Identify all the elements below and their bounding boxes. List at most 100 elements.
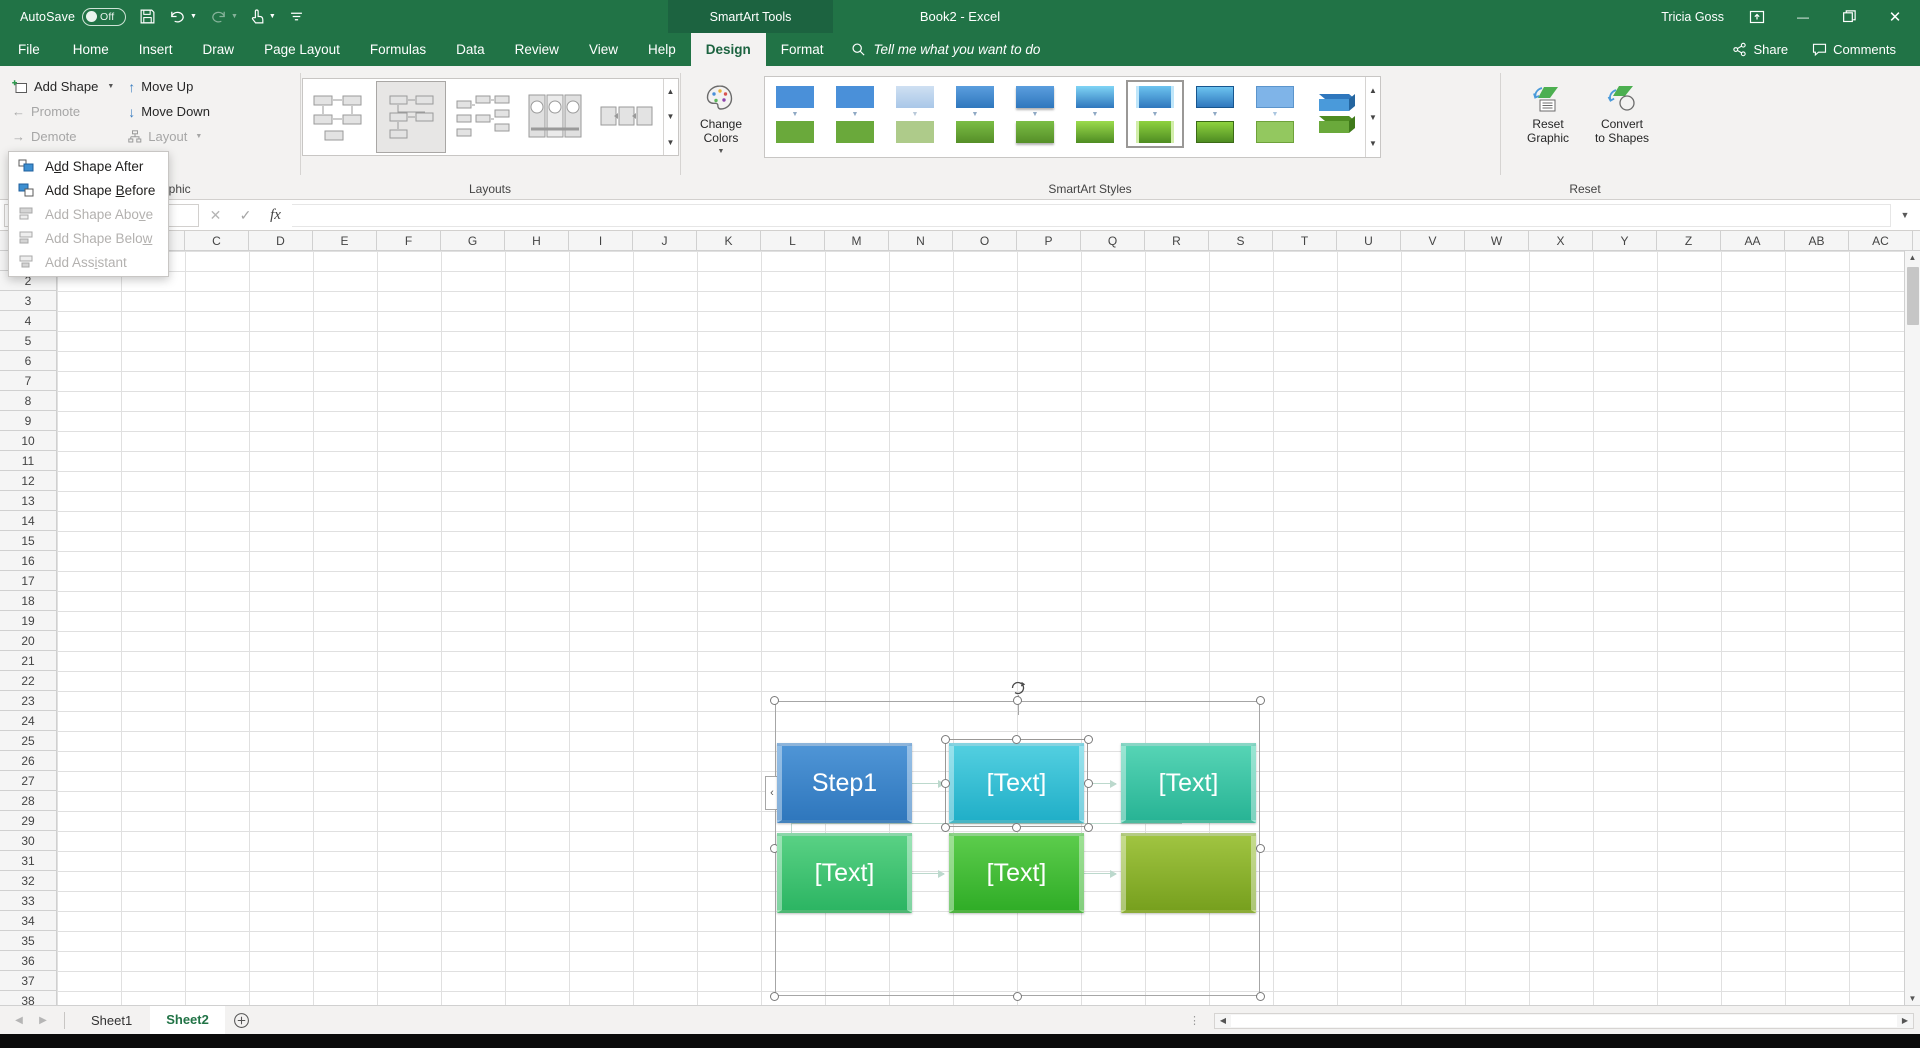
- worksheet-cells[interactable]: ‹ Step1 [Text] [Text] [Text] [Text]: [57, 251, 1920, 1005]
- undo-dropdown-arrow[interactable]: ▼: [190, 13, 197, 20]
- column-header-K[interactable]: K: [697, 231, 761, 250]
- split-handle[interactable]: ⋮: [1189, 1014, 1200, 1027]
- change-colors-button[interactable]: Change Colors ▼: [686, 76, 756, 164]
- redo-dropdown-arrow[interactable]: ▼: [231, 13, 238, 20]
- shape-handle-n[interactable]: [1012, 735, 1021, 744]
- customize-quick-access-button[interactable]: [282, 3, 312, 31]
- styles-more-button[interactable]: ▼: [1366, 130, 1380, 157]
- row-header-13[interactable]: 13: [0, 491, 56, 511]
- smartart-graphic[interactable]: ‹ Step1 [Text] [Text] [Text] [Text]: [765, 681, 1265, 1001]
- autosave-toggle[interactable]: AutoSave Off: [14, 3, 132, 31]
- add-sheet-button[interactable]: [227, 1006, 257, 1036]
- smartart-style-option-8[interactable]: ▼: [1246, 80, 1304, 148]
- share-button[interactable]: Share: [1722, 38, 1798, 61]
- layouts-scroll-up[interactable]: ▲: [664, 79, 678, 104]
- resize-handle-sw[interactable]: [770, 992, 779, 1001]
- scroll-up-arrow[interactable]: ▲: [1909, 253, 1917, 262]
- undo-button[interactable]: ▼: [162, 3, 203, 31]
- row-header-17[interactable]: 17: [0, 571, 56, 591]
- styles-scroll-up[interactable]: ▲: [1366, 77, 1380, 104]
- tab-format[interactable]: Format: [766, 33, 839, 66]
- resize-handle-s[interactable]: [1012, 992, 1022, 1001]
- menu-item-add-assistant[interactable]: Add Assistant: [9, 250, 168, 274]
- smartart-style-option-3[interactable]: ▼: [946, 80, 1004, 148]
- row-header-23[interactable]: 23: [0, 691, 56, 711]
- layout-option-4[interactable]: [592, 81, 662, 153]
- row-header-26[interactable]: 26: [0, 751, 56, 771]
- smartart-style-option-2[interactable]: ▼: [886, 80, 944, 148]
- column-header-U[interactable]: U: [1337, 231, 1401, 250]
- autosave-switch[interactable]: Off: [82, 7, 127, 26]
- shape-handle-w[interactable]: [941, 779, 950, 788]
- vertical-scroll-thumb[interactable]: [1906, 267, 1919, 325]
- horizontal-scroll-track[interactable]: [1231, 1014, 1897, 1027]
- move-down-button[interactable]: ↓ Move Down: [122, 99, 216, 124]
- menu-item-add-shape-above[interactable]: Add Shape Above: [9, 202, 168, 226]
- row-header-34[interactable]: 34: [0, 911, 56, 931]
- layouts-more-button[interactable]: ▼: [664, 130, 678, 155]
- row-header-20[interactable]: 20: [0, 631, 56, 651]
- convert-to-shapes-button[interactable]: Convert to Shapes: [1587, 76, 1657, 150]
- reset-graphic-button[interactable]: Reset Graphic: [1513, 76, 1583, 150]
- resize-handle-ne[interactable]: [1256, 696, 1265, 705]
- add-shape-button[interactable]: Add Shape ▼: [6, 74, 120, 99]
- tab-review[interactable]: Review: [500, 33, 574, 66]
- column-header-I[interactable]: I: [569, 231, 633, 250]
- resize-handle-e[interactable]: [1256, 843, 1265, 853]
- smartart-styles-gallery[interactable]: ▼ ▼ ▼ ▼ ▼ ▼ ▼ ▼ ▼ ▲ ▼ ▼: [764, 76, 1381, 158]
- horizontal-scrollbar[interactable]: ◀ ▶: [1214, 1012, 1914, 1029]
- tab-data[interactable]: Data: [441, 33, 500, 66]
- demote-button[interactable]: → Demote: [6, 124, 120, 149]
- smartart-style-option-0[interactable]: ▼: [766, 80, 824, 148]
- tab-insert[interactable]: Insert: [124, 33, 188, 66]
- resize-handle-se[interactable]: [1256, 992, 1265, 1001]
- layout-dropdown-arrow[interactable]: ▼: [195, 133, 202, 140]
- layouts-scroll-down[interactable]: ▼: [664, 104, 678, 129]
- row-header-7[interactable]: 7: [0, 371, 56, 391]
- row-header-32[interactable]: 32: [0, 871, 56, 891]
- layout-option-0[interactable]: [304, 81, 374, 153]
- touch-mode-button[interactable]: ▼: [244, 3, 282, 31]
- row-header-25[interactable]: 25: [0, 731, 56, 751]
- column-header-X[interactable]: X: [1529, 231, 1593, 250]
- enter-formula-button[interactable]: ✓: [232, 204, 259, 227]
- shape-handle-se[interactable]: [1084, 823, 1093, 832]
- smartart-shape-2[interactable]: [Text]: [1121, 743, 1256, 823]
- row-header-21[interactable]: 21: [0, 651, 56, 671]
- shape-handle-s[interactable]: [1012, 823, 1021, 832]
- layout-option-2[interactable]: [448, 81, 518, 153]
- row-header-16[interactable]: 16: [0, 551, 56, 571]
- row-header-11[interactable]: 11: [0, 451, 56, 471]
- column-header-T[interactable]: T: [1273, 231, 1337, 250]
- add-shape-dropdown-arrow[interactable]: ▼: [107, 83, 114, 90]
- close-button[interactable]: ✕: [1872, 0, 1918, 33]
- row-header-3[interactable]: 3: [0, 291, 56, 311]
- column-header-W[interactable]: W: [1465, 231, 1529, 250]
- change-colors-dropdown-arrow[interactable]: ▼: [718, 145, 725, 159]
- layout-option-3[interactable]: [520, 81, 590, 153]
- column-header-O[interactable]: O: [953, 231, 1017, 250]
- row-header-38[interactable]: 38: [0, 991, 56, 1006]
- styles-scroll-down[interactable]: ▼: [1366, 104, 1380, 131]
- tab-view[interactable]: View: [574, 33, 633, 66]
- user-account-name[interactable]: Tricia Goss: [1651, 10, 1734, 24]
- column-header-AA[interactable]: AA: [1721, 231, 1785, 250]
- restore-button[interactable]: [1826, 0, 1872, 33]
- row-header-33[interactable]: 33: [0, 891, 56, 911]
- ribbon-display-options-button[interactable]: [1734, 0, 1780, 33]
- scroll-left-arrow[interactable]: ◀: [1215, 1014, 1231, 1028]
- row-header-4[interactable]: 4: [0, 311, 56, 331]
- formula-input[interactable]: [292, 203, 1891, 227]
- tab-file[interactable]: File: [0, 33, 58, 66]
- column-header-J[interactable]: J: [633, 231, 697, 250]
- row-header-9[interactable]: 9: [0, 411, 56, 431]
- tab-design[interactable]: Design: [690, 33, 766, 66]
- layouts-gallery-scroller[interactable]: ▲ ▼ ▼: [662, 79, 678, 155]
- move-up-button[interactable]: ↑ Move Up: [122, 74, 216, 99]
- next-sheet-button[interactable]: ▶: [32, 1010, 54, 1032]
- column-header-N[interactable]: N: [889, 231, 953, 250]
- layouts-gallery[interactable]: ▲ ▼ ▼: [301, 78, 679, 156]
- row-header-8[interactable]: 8: [0, 391, 56, 411]
- smartart-shape-5[interactable]: [1121, 833, 1256, 913]
- redo-button[interactable]: ▼: [203, 3, 244, 31]
